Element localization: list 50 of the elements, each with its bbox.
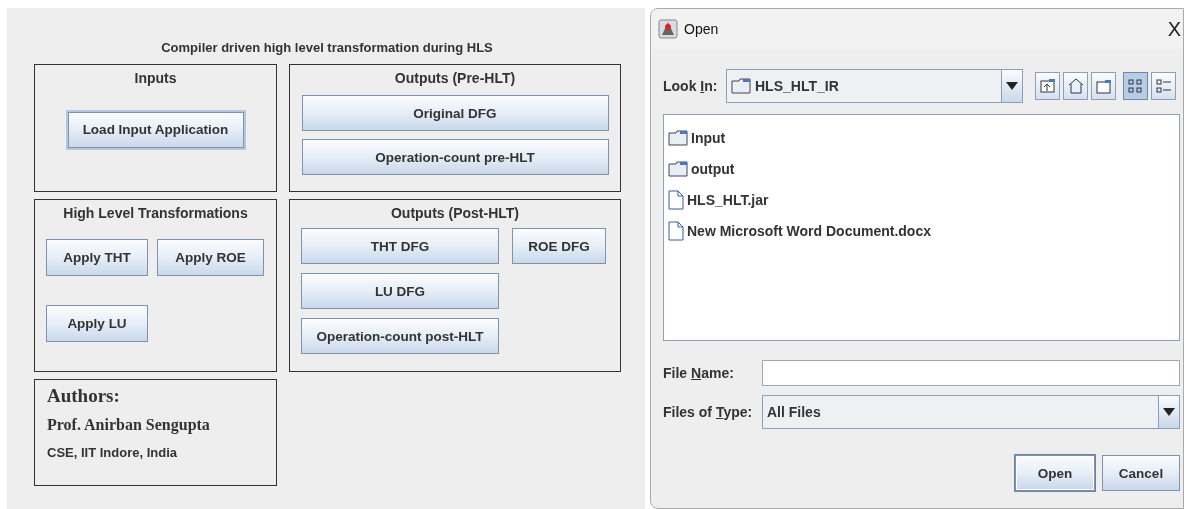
folder-icon [668, 129, 688, 146]
file-icon [668, 220, 684, 241]
authors-heading: Authors: [47, 385, 120, 407]
details-view-button[interactable] [1151, 72, 1176, 100]
file-type-dropdown[interactable]: All Files [762, 395, 1180, 429]
file-name-field[interactable] [762, 360, 1180, 386]
output-button[interactable]: ROE DFG [512, 228, 606, 264]
file-icon [668, 189, 684, 210]
app-title: Compiler driven high level transformation during HLS [160, 40, 494, 55]
close-button[interactable]: X [1167, 17, 1181, 41]
panel-heading: Inputs [134, 70, 177, 86]
file-type-label: Files of Type: [663, 404, 754, 420]
new-folder-button[interactable] [1091, 72, 1116, 100]
panel-heading: Outputs (Post-HLT) [390, 205, 519, 221]
load-button[interactable]: Load Input Application [67, 111, 244, 148]
new-folder-icon [1094, 77, 1113, 95]
list-view-icon [1126, 77, 1145, 95]
dropdown-arrow-icon [1163, 408, 1175, 416]
output-button[interactable]: Original DFG [301, 95, 609, 131]
look-in-label: Look In: [663, 78, 719, 94]
author-name: Prof. Anirban Sengupta [47, 416, 210, 434]
dialog-title: Open [684, 21, 719, 37]
output-button[interactable]: Operation-count post-HLT [301, 318, 499, 354]
folder-icon [731, 78, 751, 94]
up-folder-button[interactable] [1035, 72, 1060, 100]
list-view-button[interactable] [1123, 72, 1148, 100]
home-button[interactable] [1063, 72, 1088, 100]
folder-icon [668, 160, 688, 177]
panel-heading: Outputs (Pre-HLT) [394, 70, 516, 86]
details-view-icon [1154, 77, 1173, 95]
dropdown-arrow-icon [1006, 82, 1018, 90]
output-button[interactable]: LU DFG [301, 273, 499, 309]
cancel-button[interactable]: Cancel [1102, 455, 1180, 491]
author-affiliation: CSE, IIT Indore, India [47, 445, 177, 460]
up-folder-icon [1038, 77, 1057, 95]
file-name-label: File Name: [663, 365, 735, 381]
look-in-dropdown[interactable]: HLS_HLT_IR [726, 69, 1023, 103]
open-button[interactable]: Open [1015, 455, 1095, 491]
file-item[interactable]: output [668, 153, 1179, 184]
apply-button[interactable]: Apply THT [46, 239, 148, 276]
apply-button[interactable]: Apply LU [46, 305, 148, 342]
home-icon [1066, 77, 1085, 95]
output-button[interactable]: Operation-count pre-HLT [301, 139, 609, 175]
file-item[interactable]: HLS_HLT.jar [668, 184, 1179, 215]
app-icon [658, 19, 678, 39]
output-button[interactable]: THT DFG [301, 228, 499, 264]
file-item[interactable]: New Microsoft Word Document.docx [668, 215, 1179, 246]
panel-heading: High Level Transformations [63, 205, 248, 221]
file-item[interactable]: Input [668, 122, 1179, 153]
apply-button[interactable]: Apply ROE [157, 239, 264, 276]
